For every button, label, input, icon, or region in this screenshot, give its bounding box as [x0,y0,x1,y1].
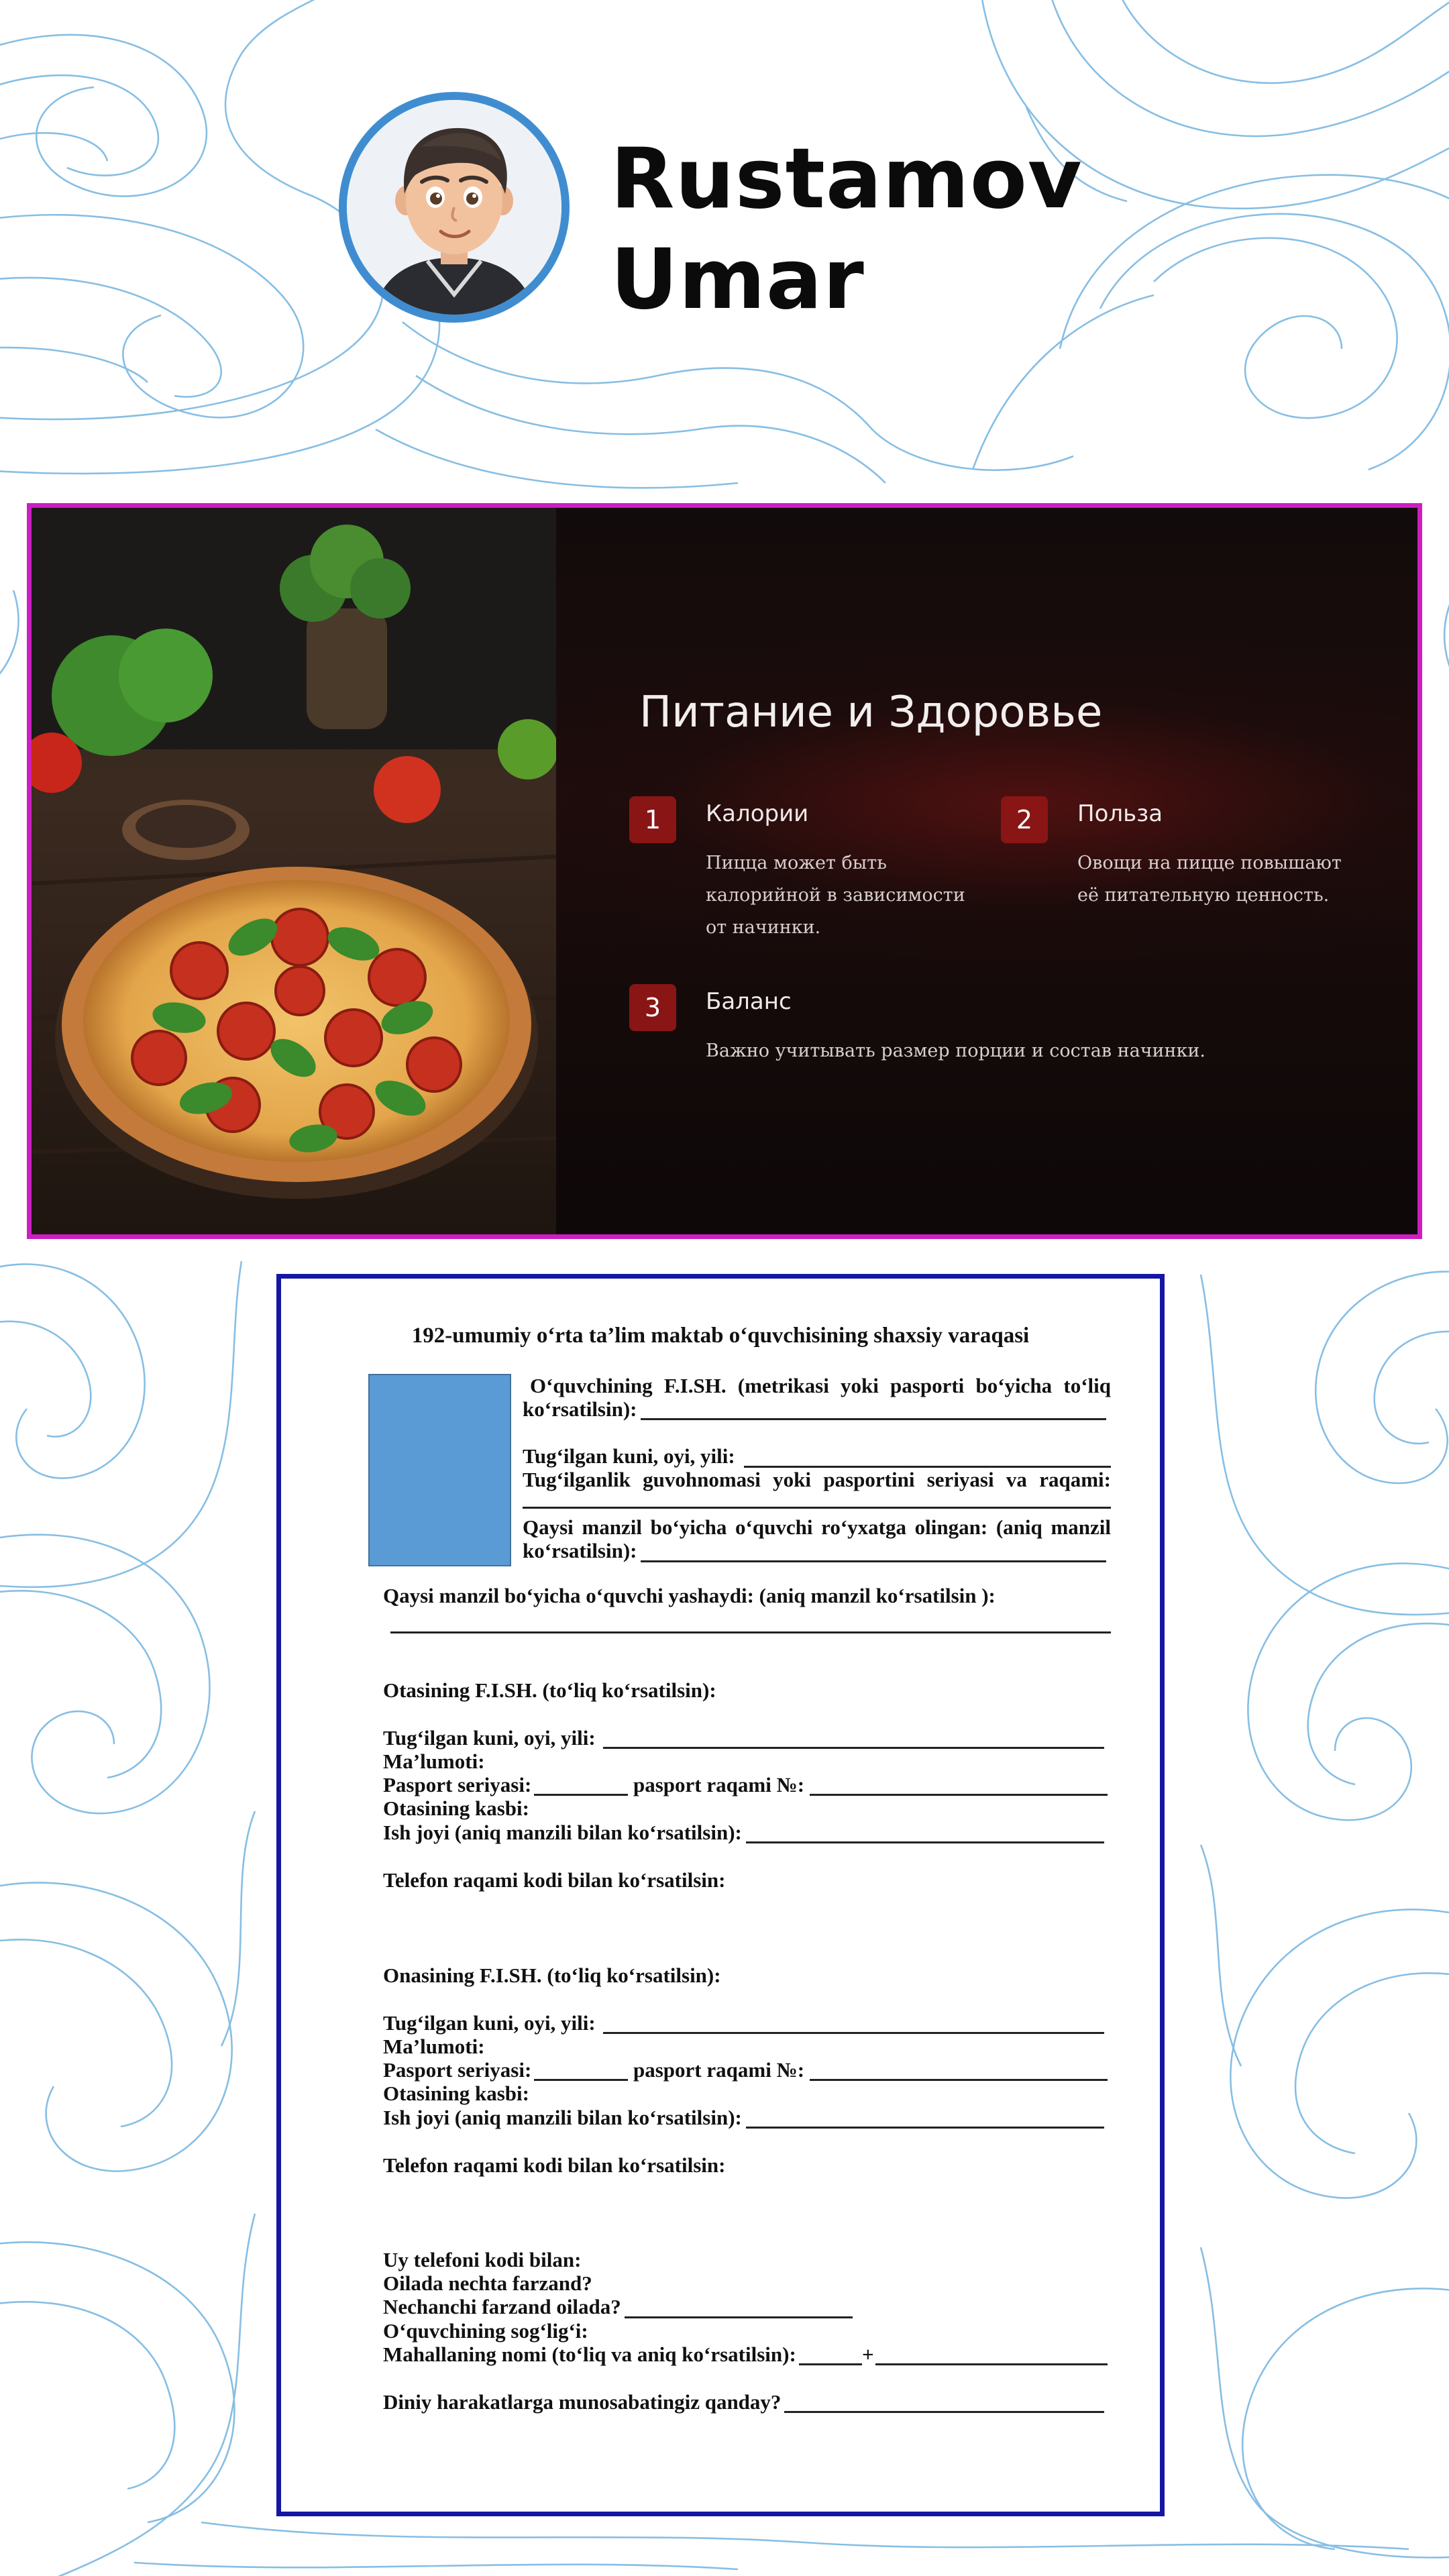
presentation-slide: Питание и Здоровье 1 Калории Пицца может… [27,503,1422,1239]
mahalla-name-field[interactable] [875,2363,1108,2365]
father-name-label: Otasining F.I.SH. (to‘liq ko‘rsatilsin): [383,1678,716,1702]
student-name-label-cont: ko‘rsatilsin): [523,1397,637,1421]
profile-name-first-line: Rustamov [610,131,1083,227]
item-text: Овощи на пицце повышают её питательную ц… [1077,853,1342,906]
father-phone-label: Telefon raqami kodi bilan ko‘rsatilsin: [383,1868,726,1892]
religion-field[interactable] [784,2411,1104,2413]
living-address-field[interactable] [390,1631,1111,1633]
certificate-label: Tug‘ilganlik guvohnomasi yoki pasportini… [523,1468,1111,1491]
child-order-field[interactable] [625,2316,853,2318]
mahalla-code-field[interactable] [799,2363,862,2365]
mother-phone-label: Telefon raqami kodi bilan ko‘rsatilsin: [383,2153,726,2177]
profile-name: Rustamov Umar [610,129,1083,330]
student-birth-label: Tug‘ilgan kuni, oyi, yili: [523,1444,735,1468]
father-passport-number-field[interactable] [810,1794,1108,1796]
mother-job-label: Otasining kasbi: [383,2082,529,2105]
father-job-label: Otasining kasbi: [383,1796,529,1820]
children-count-label: Oilada nechta farzand? [383,2271,592,2295]
child-order-label: Nechanchi farzand oilada? [383,2295,621,2318]
item-number-badge: 1 [629,796,676,843]
student-personal-form: 192-umumiy o‘rta ta’lim maktab o‘quvchis… [276,1274,1165,2516]
father-passport-number-label: pasport raqami №: [633,1773,805,1796]
mother-birth-field[interactable] [603,2032,1104,2034]
student-name-label: O‘quvchining F.I.SH. (metrikasi yoki pas… [530,1374,1111,1397]
student-name-field[interactable] [641,1418,1106,1420]
registered-address-label: Qaysi manzil bo‘yicha o‘quvchi ro‘yxatga… [523,1515,1111,1539]
mother-workplace-label: Ish joyi (aniq manzili bilan ko‘rsatilsi… [383,2106,742,2129]
living-address-label: Qaysi manzil bo‘yicha o‘quvchi yashaydi:… [383,1584,996,1607]
registered-address-label-cont: ko‘rsatilsin): [523,1539,637,1562]
home-phone-label: Uy telefoni kodi bilan: [383,2248,582,2271]
mahalla-plus-sign: + [862,2343,874,2366]
mother-passport-number-field[interactable] [810,2079,1108,2081]
pizza-photo [32,508,556,1234]
avatar [339,92,570,323]
item-title: Польза [1077,800,1163,827]
mother-passport-series-field[interactable] [534,2079,628,2081]
health-label: O‘quvchining sog‘lig‘i: [383,2319,588,2343]
cartoon-boy-avatar-icon [347,100,561,315]
item-text: Важно учитывать размер порции и состав н… [706,1040,1205,1061]
item-title: Баланс [706,988,792,1015]
father-birth-field[interactable] [603,1747,1104,1749]
profile-header: Rustamov Umar [339,92,1144,333]
father-workplace-field[interactable] [746,1841,1104,1843]
religion-label: Diniy harakatlarga munosabatingiz qanday… [383,2390,782,2414]
certificate-field[interactable] [523,1507,1111,1509]
father-education-label: Ma’lumoti: [383,1750,485,1773]
father-birth-label: Tug‘ilgan kuni, oyi, yili: [383,1726,596,1750]
father-passport-series-field[interactable] [534,1794,628,1796]
mother-education-label: Ma’lumoti: [383,2035,485,2058]
mother-name-label: Onasining F.I.SH. (to‘liq ko‘rsatilsin): [383,1964,721,1987]
photo-placeholder [368,1374,511,1566]
slide-content: Питание и Здоровье 1 Калории Пицца может… [556,508,1417,1234]
item-title: Калории [706,800,809,827]
father-passport-series-label: Pasport seriyasi: [383,1773,532,1796]
mother-workplace-field[interactable] [746,2127,1104,2129]
form-title: 192-umumiy o‘rta ta’lim maktab o‘quvchis… [411,1324,1030,1348]
registered-address-field[interactable] [641,1560,1106,1562]
mahalla-label: Mahallaning nomi (to‘liq va aniq ko‘rsat… [383,2343,796,2366]
mother-passport-number-label: pasport raqami №: [633,2058,805,2082]
item-number-badge: 2 [1001,796,1048,843]
slide-title: Питание и Здоровье [639,688,1103,737]
mother-birth-label: Tug‘ilgan kuni, oyi, yili: [383,2011,596,2035]
mother-passport-series-label: Pasport seriyasi: [383,2058,532,2082]
item-text: Пицца может быть калорийной в зависимост… [706,853,965,938]
profile-name-second-line: Umar [610,231,865,328]
item-number-badge: 3 [629,984,676,1031]
father-workplace-label: Ish joyi (aniq manzili bilan ko‘rsatilsi… [383,1821,742,1844]
